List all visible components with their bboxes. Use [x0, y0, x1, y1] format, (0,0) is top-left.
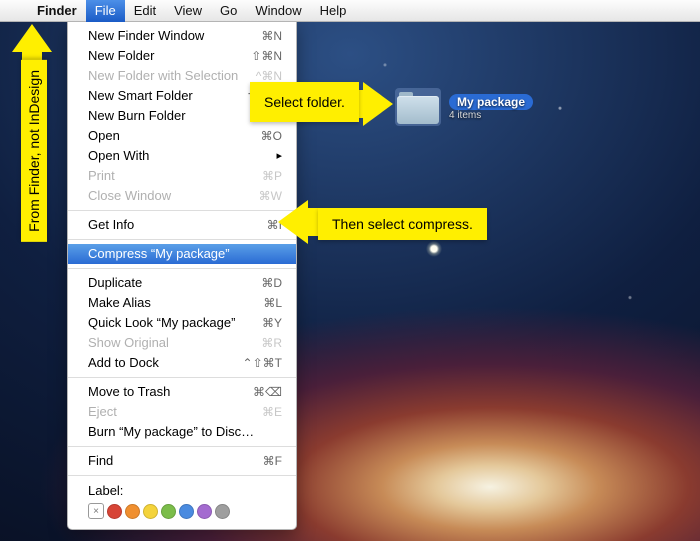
menu-label-header: Label:	[68, 480, 296, 501]
menu-item[interactable]: Open With	[68, 146, 296, 166]
menu-item-label: New Burn Folder	[88, 107, 186, 125]
menu-item[interactable]: New Folder ⇧⌘N	[68, 46, 296, 66]
menu-item-label: New Folder with Selection	[88, 67, 238, 85]
menubar-app-name[interactable]: Finder	[28, 0, 86, 22]
menu-item-shortcut: ⌃⇧⌘T	[243, 354, 282, 372]
menu-item-label: Open	[88, 127, 120, 145]
annotation-arrow-up	[12, 24, 52, 52]
menu-item-shortcut: ⌘E	[262, 403, 282, 421]
menu-item-label: Find	[88, 452, 113, 470]
menubar: Finder File Edit View Go Window Help	[0, 0, 700, 22]
folder-icon	[397, 90, 439, 124]
menu-item-label: Compress “My package”	[88, 245, 230, 263]
desktop-folder-my-package[interactable]: My package 4 items	[395, 88, 533, 126]
menubar-item-go[interactable]: Go	[211, 0, 246, 22]
menu-item[interactable]: Make Alias ⌘L	[68, 293, 296, 313]
menu-item-label: Duplicate	[88, 274, 142, 292]
menu-item: Print ⌘P	[68, 166, 296, 186]
menu-item-shortcut: ⌘L	[263, 294, 282, 312]
menu-item[interactable]: Move to Trash ⌘⌫	[68, 382, 296, 402]
menu-item-label: Burn “My package” to Disc…	[88, 423, 254, 441]
folder-name: My package	[457, 95, 525, 109]
label-swatch[interactable]	[107, 504, 122, 519]
menu-item-shortcut: ⌘P	[262, 167, 282, 185]
menu-item[interactable]: Get Info⌘I	[68, 215, 296, 235]
menu-item-shortcut: ⌘D	[261, 274, 282, 292]
menu-item-shortcut: ⌘N	[261, 27, 282, 45]
menu-item[interactable]: Duplicate ⌘D	[68, 273, 296, 293]
label-swatch[interactable]	[143, 504, 158, 519]
menu-item: Eject ⌘E	[68, 402, 296, 422]
menu-item-shortcut: ⌘⌫	[253, 383, 282, 401]
label-swatch[interactable]	[179, 504, 194, 519]
menu-item-label: New Smart Folder	[88, 87, 193, 105]
menu-item[interactable]: Open ⌘O	[68, 126, 296, 146]
menu-item-shortcut: ⌘Y	[262, 314, 282, 332]
menu-item-shortcut: ⌘F	[263, 452, 282, 470]
menu-item[interactable]: Add to Dock ⌃⇧⌘T	[68, 353, 296, 373]
menu-item-label: Print	[88, 167, 115, 185]
menu-item-label: Eject	[88, 403, 117, 421]
annotation-arrow-left	[278, 200, 308, 244]
menu-item[interactable]: Quick Look “My package” ⌘Y	[68, 313, 296, 333]
menu-item: Close Window⌘W	[68, 186, 296, 206]
label-swatches: ×	[68, 501, 296, 523]
menu-item-label: Move to Trash	[88, 383, 170, 401]
menubar-item-help[interactable]: Help	[311, 0, 356, 22]
menubar-item-window[interactable]: Window	[246, 0, 310, 22]
menu-item-shortcut: ⌘R	[261, 334, 282, 352]
menu-item-label: Open With	[88, 147, 149, 165]
menu-item-label: Quick Look “My package”	[88, 314, 235, 332]
menu-item-label: Add to Dock	[88, 354, 159, 372]
menu-item-label: Close Window	[88, 187, 171, 205]
menu-item-label: Make Alias	[88, 294, 151, 312]
menubar-item-view[interactable]: View	[165, 0, 211, 22]
menu-item-label: Get Info	[88, 216, 134, 234]
annotation-select-compress: Then select compress.	[318, 208, 487, 240]
label-swatch[interactable]	[215, 504, 230, 519]
label-swatch[interactable]	[197, 504, 212, 519]
folder-subtitle: 4 items	[449, 110, 533, 121]
menu-item-shortcut: ⌘O	[261, 127, 282, 145]
label-swatch-none[interactable]: ×	[88, 503, 104, 519]
menu-item[interactable]: Find ⌘F	[68, 451, 296, 471]
menubar-item-file[interactable]: File	[86, 0, 125, 22]
label-swatch[interactable]	[161, 504, 176, 519]
annotation-select-folder: Select folder.	[250, 82, 359, 122]
menu-item[interactable]: Compress “My package”	[68, 244, 296, 264]
menu-item-label: Show Original	[88, 334, 169, 352]
menu-item-shortcut: ⇧⌘N	[251, 47, 282, 65]
annotation-from-finder: From Finder, not InDesign	[21, 60, 47, 242]
menu-item: Show Original ⌘R	[68, 333, 296, 353]
menu-item-label: New Folder	[88, 47, 154, 65]
menu-item[interactable]: Burn “My package” to Disc…	[68, 422, 296, 442]
menubar-item-edit[interactable]: Edit	[125, 0, 165, 22]
menu-item-label: New Finder Window	[88, 27, 204, 45]
label-swatch[interactable]	[125, 504, 140, 519]
menu-item[interactable]: New Finder Window ⌘N	[68, 26, 296, 46]
annotation-arrow-right	[363, 82, 393, 126]
